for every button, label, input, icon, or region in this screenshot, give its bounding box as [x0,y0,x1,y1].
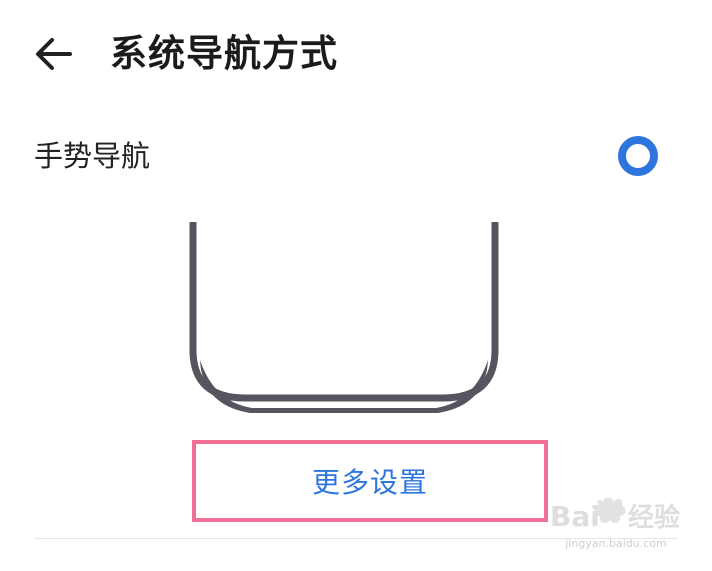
radio-selected-icon[interactable] [618,136,658,176]
gesture-navigation-label: 手势导航 [34,139,151,173]
gesture-navigation-option[interactable]: 手势导航 [0,118,712,194]
header: 系统导航方式 [0,0,712,108]
svg-text:Bai: Bai [550,500,600,533]
more-settings-button[interactable]: 更多设置 [192,440,548,522]
phone-gesture-illustration-icon [189,222,499,413]
watermark-domain: jingyan.baidu.com [565,537,667,550]
page-title: 系统导航方式 [110,32,338,75]
watermark: Bai 经验 jingyan.baidu.com [546,492,686,558]
svg-text:经验: 经验 [628,502,680,533]
arrow-left-icon[interactable] [30,28,82,80]
baidu-jingyan-logo-icon: Bai 经验 [550,497,680,533]
more-settings-label: 更多设置 [311,466,428,499]
